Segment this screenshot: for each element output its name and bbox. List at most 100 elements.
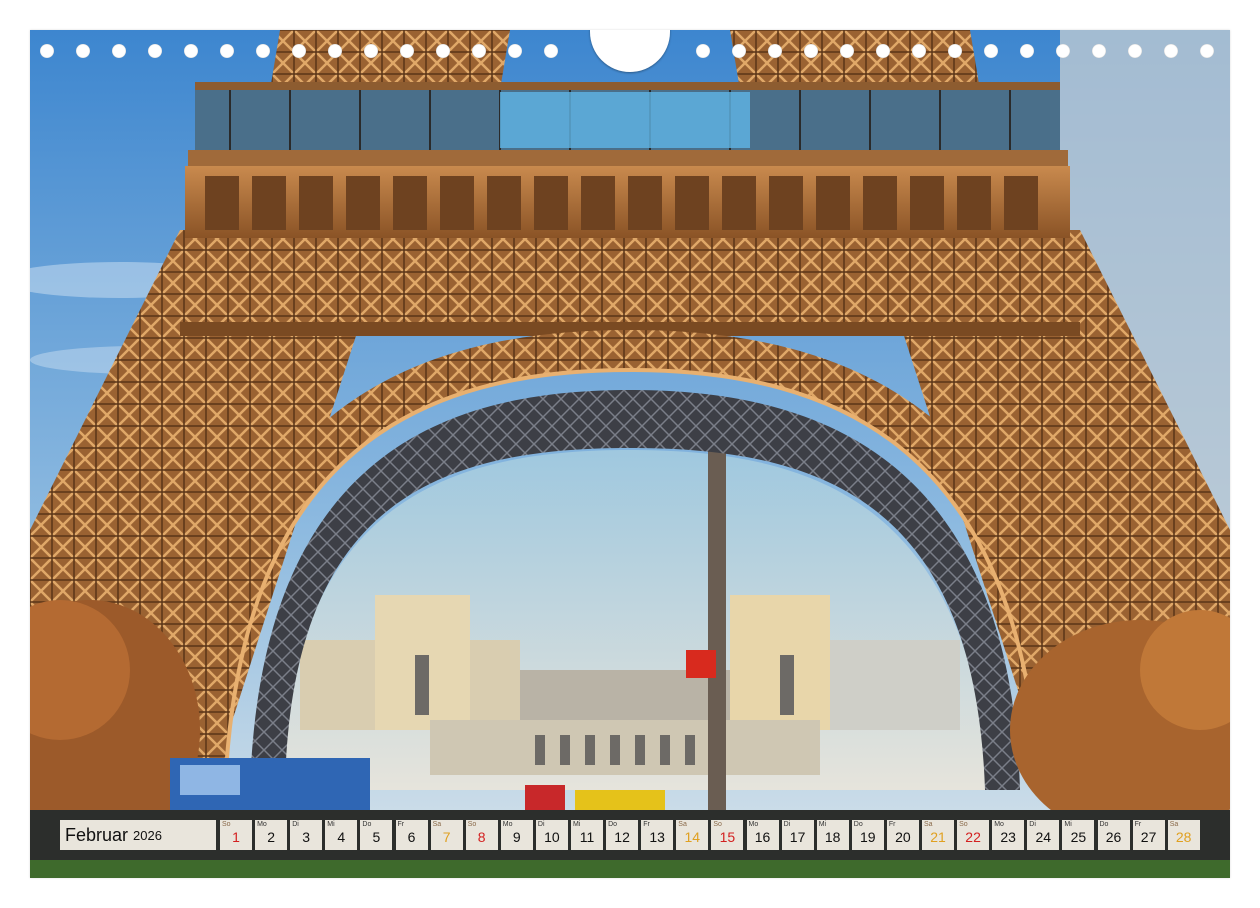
day-of-week: Sa — [432, 821, 442, 828]
day-of-week: Di — [783, 821, 791, 828]
binding-hole — [544, 44, 558, 58]
day-cell: Di 10 — [535, 820, 568, 850]
binding-hole — [948, 44, 962, 58]
day-number: 2 — [267, 829, 275, 845]
binding-hole — [40, 44, 54, 58]
day-number: 25 — [1070, 829, 1087, 845]
day-number: 6 — [407, 829, 416, 845]
day-cell: Mi 11 — [571, 820, 603, 850]
binding-hole — [400, 44, 414, 58]
month-label: Februar 2026 — [60, 820, 216, 850]
day-number: 23 — [1000, 829, 1016, 845]
day-cell: Fr 13 — [641, 820, 674, 850]
hanger-cutout — [590, 30, 670, 72]
day-of-week: Do — [1099, 821, 1109, 828]
day-number: 18 — [824, 829, 841, 845]
binding-hole — [508, 44, 522, 58]
day-number: 16 — [754, 829, 771, 845]
binding-holes — [30, 30, 1230, 72]
binding-hole — [696, 44, 710, 58]
binding-hole — [1128, 44, 1142, 58]
day-cell: Sa 14 — [676, 820, 709, 850]
day-number: 28 — [1175, 829, 1192, 845]
day-of-week: So — [959, 821, 968, 828]
binding-hole — [112, 44, 126, 58]
binding-hole — [840, 44, 854, 58]
day-cell: So 15 — [711, 820, 744, 850]
day-number: 4 — [337, 829, 346, 845]
calendar-page: Februar 2026 So 1 Mo 2 Di 3 Mi 4 Do 5 Fr 6 Sa 7 So 8 Mo 9… — [30, 30, 1230, 878]
binding-hole — [436, 44, 450, 58]
day-of-week: Di — [1029, 821, 1036, 828]
day-of-week: Fr — [888, 821, 896, 828]
day-of-week: Sa — [924, 821, 933, 828]
day-number: 8 — [477, 829, 486, 845]
binding-hole — [148, 44, 162, 58]
binding-hole — [912, 44, 926, 58]
day-cell: Di 17 — [781, 820, 814, 850]
day-cell: Mi 18 — [816, 820, 849, 850]
binding-hole — [1020, 44, 1034, 58]
eiffel-tower-photo — [30, 30, 1230, 878]
day-of-week: Sa — [678, 821, 687, 828]
binding-hole — [1092, 44, 1106, 58]
day-number: 10 — [544, 829, 560, 845]
day-of-week: So — [222, 821, 231, 828]
day-of-week: So — [713, 821, 722, 828]
month-year: 2026 — [133, 827, 162, 843]
day-cell: Mi 25 — [1062, 820, 1095, 850]
day-of-week: Mi — [1064, 821, 1072, 828]
day-cell: So 22 — [957, 820, 990, 850]
day-cell: Do 5 — [360, 820, 393, 850]
day-of-week: Mi — [327, 821, 335, 828]
day-cell: Mo 23 — [992, 820, 1025, 850]
day-cell: Do 26 — [1097, 820, 1130, 850]
day-of-week: Fr — [397, 821, 405, 828]
day-cell: Mo 2 — [255, 820, 288, 850]
day-cell: Fr 27 — [1132, 820, 1165, 850]
calendar-strip: Februar 2026 So 1 Mo 2 Di 3 Mi 4 Do 5 Fr 6 Sa 7 So 8 Mo 9… — [60, 820, 1230, 850]
binding-hole — [472, 44, 486, 58]
day-of-week: Mo — [748, 821, 759, 828]
day-of-week: Do — [362, 821, 372, 828]
binding-hole — [1200, 44, 1214, 58]
day-number: 24 — [1035, 829, 1052, 845]
day-of-week: Fr — [1134, 821, 1142, 828]
day-number: 20 — [895, 829, 911, 845]
day-cell: Do 19 — [851, 820, 884, 850]
day-cell: So 8 — [465, 820, 498, 850]
binding-hole — [184, 44, 198, 58]
binding-hole — [1056, 44, 1070, 58]
day-number: 26 — [1105, 829, 1122, 845]
day-of-week: Do — [608, 821, 618, 828]
day-of-week: Di — [537, 821, 545, 828]
day-cell: Fr 6 — [395, 820, 428, 850]
binding-hole — [76, 44, 90, 58]
day-number: 12 — [614, 829, 630, 845]
day-number: 14 — [684, 829, 701, 845]
day-cell: Mo 9 — [500, 820, 533, 850]
day-number: 22 — [965, 829, 981, 845]
binding-hole — [220, 44, 234, 58]
day-cell: Mo 16 — [746, 820, 779, 850]
day-of-week: Mi — [818, 821, 827, 828]
binding-hole — [292, 44, 306, 58]
day-of-week: Mi — [573, 821, 581, 828]
day-of-week: Do — [853, 821, 863, 828]
day-number: 11 — [579, 829, 595, 845]
day-number: 19 — [860, 829, 876, 845]
day-cell: Di 24 — [1027, 820, 1060, 850]
day-cell: Fr 20 — [886, 820, 919, 850]
binding-hole — [984, 44, 998, 58]
day-cell: Sa 7 — [430, 820, 463, 850]
day-number: 5 — [372, 829, 381, 845]
day-cell: Sa 28 — [1167, 820, 1200, 850]
day-of-week: Di — [292, 821, 299, 828]
binding-hole — [768, 44, 782, 58]
day-of-week: Mo — [994, 821, 1004, 828]
day-of-week: So — [467, 821, 477, 828]
binding-hole — [256, 44, 270, 58]
day-of-week: Fr — [643, 821, 650, 828]
day-cell: Mi 4 — [325, 820, 358, 850]
day-number: 17 — [789, 829, 806, 845]
